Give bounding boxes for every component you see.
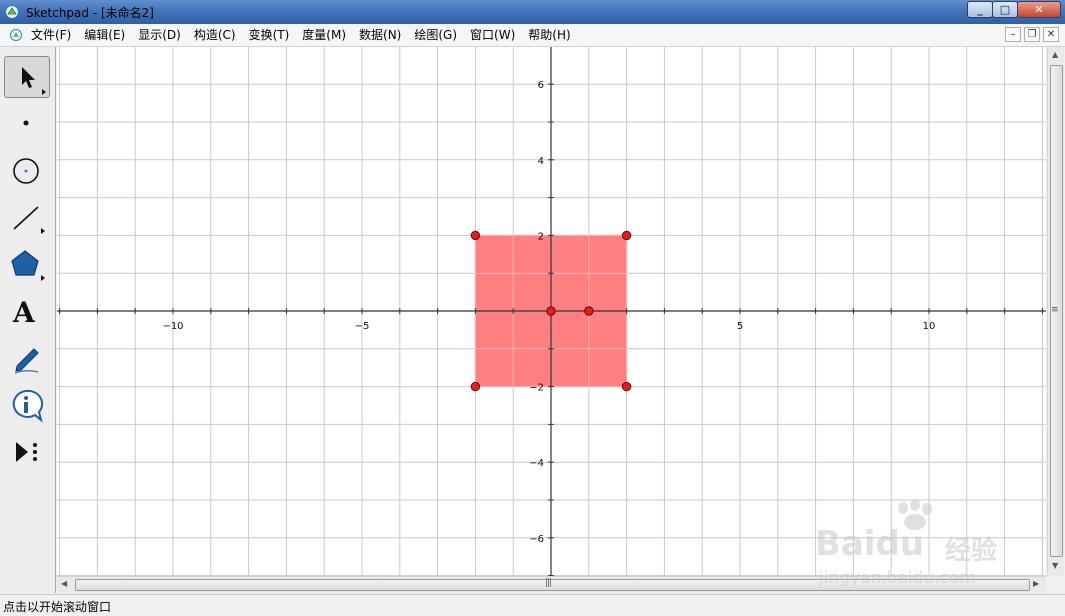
marker-tool[interactable] [4,338,50,380]
close-icon: ✕ [1034,3,1044,16]
red-point[interactable] [621,230,632,241]
text-icon: A [12,296,36,329]
red-point[interactable] [546,306,556,316]
status-bar: 点击以开始滚动窗口 [0,594,1065,616]
y-tick-label: −4 [529,458,544,469]
document-restore-button[interactable]: ❐ [1024,27,1040,42]
scroll-up-arrow-icon[interactable]: ▲ [1052,50,1058,59]
menu-item-2[interactable]: 显示(D) [138,27,181,43]
watermark-url: jingyan.baidu.com [819,568,976,588]
y-tick-label: 6 [538,80,544,91]
custom-tool[interactable] [4,432,50,474]
vertical-grip-icon: ≡ [1051,305,1058,315]
document-minimize-button[interactable]: – [1005,27,1021,42]
scroll-left-arrow-icon[interactable]: ◀ [61,579,67,588]
menu-item-5[interactable]: 度量(M) [302,27,346,43]
polygon-icon [11,250,45,281]
x-tick-label: 5 [737,321,743,332]
y-tick-label: 4 [538,156,544,167]
compass-circle-icon [13,158,39,184]
menu-item-1[interactable]: 编辑(E) [84,27,125,43]
horizontal-grip-icon: ||| [545,578,552,588]
point-tool[interactable] [4,103,50,145]
menu-item-4[interactable]: 变换(T) [249,27,290,43]
close-button[interactable]: ✕ [1017,1,1061,18]
document-icon[interactable] [9,28,23,42]
menu-item-8[interactable]: 窗口(W) [470,27,515,43]
scroll-right-arrow-icon[interactable]: ▶ [1033,579,1039,588]
maximize-button[interactable]: □ [992,1,1018,18]
menu-item-9[interactable]: 帮助(H) [528,27,570,43]
arrow-select-tool[interactable] [4,56,50,98]
red-point[interactable] [470,381,481,392]
maximize-icon: □ [999,3,1011,16]
vertical-scrollbar[interactable]: ▲ ≡ ▼ [1047,47,1064,576]
minimize-icon: _ [977,3,983,16]
baidu-jingyan-watermark: Baidu 经验 jingyan.baidu.com [815,500,1005,592]
polygon-tool[interactable] [4,244,50,286]
y-tick-label: 2 [538,231,544,242]
watermark-brand: Baidu [815,524,925,564]
status-text: 点击以开始滚动窗口 [3,600,112,614]
straightedge-tool[interactable] [4,197,50,239]
menu-item-3[interactable]: 构造(C) [194,27,236,43]
arrow-icon [22,67,46,95]
marker-pen-icon [14,348,39,374]
segment-icon [13,206,45,234]
red-point[interactable] [621,381,632,392]
x-tick-label: −10 [162,321,183,332]
menu-item-7[interactable]: 绘图(G) [414,27,457,43]
scroll-down-arrow-icon[interactable]: ▼ [1052,561,1058,570]
minimize-button[interactable]: _ [967,1,993,18]
information-tool[interactable] [4,385,50,427]
y-tick-label: −2 [529,383,544,394]
info-icon [12,389,44,423]
custom-tools-icon [16,442,37,462]
watermark-brand-cn: 经验 [945,536,998,566]
text-tool[interactable]: A [4,291,50,333]
coordinate-grid[interactable]: −10 −5 5 10 6 4 2 −2 −4 −6 [57,47,1046,576]
title-bar[interactable]: Sketchpad - [未命名2] _ □ ✕ [0,0,1065,24]
text-tool-glyph: A [12,296,36,329]
menu-bar: 文件(F) 编辑(E) 显示(D) 构造(C) 变换(T) 度量(M) 数据(N) 绘图(G)… [0,24,1065,47]
window-title: Sketchpad - [未命名2] [26,6,154,20]
sketchpad-app-icon [4,4,20,20]
red-point[interactable] [470,230,481,241]
x-tick-label: 10 [923,321,936,332]
toolbox: A [0,47,56,593]
document-close-button[interactable]: ✕ [1043,27,1059,42]
point-icon [23,120,29,126]
x-tick-label: −5 [355,321,370,332]
sketch-canvas[interactable]: −10 −5 5 10 6 4 2 −2 −4 −6 [57,47,1046,576]
y-tick-label: −6 [529,534,544,545]
compass-tool[interactable] [4,150,50,192]
menu-item-6[interactable]: 数据(N) [359,27,401,43]
red-point[interactable] [584,306,594,316]
menu-item-0[interactable]: 文件(F) [31,27,71,43]
